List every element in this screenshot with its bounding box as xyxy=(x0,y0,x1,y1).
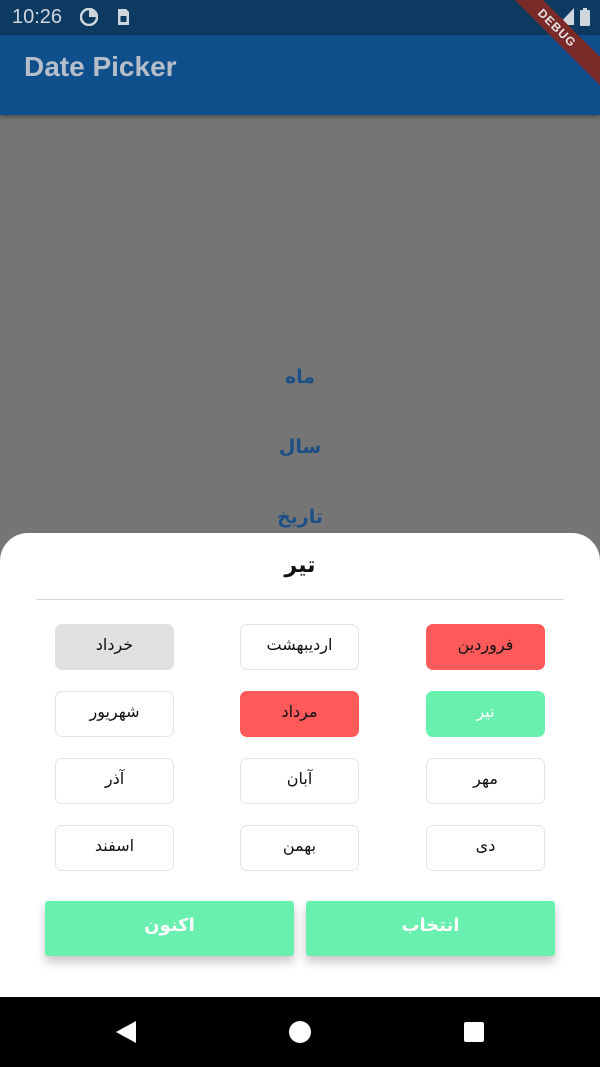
back-nav-icon[interactable] xyxy=(114,1020,138,1044)
date-link[interactable]: تاریخ xyxy=(0,506,600,528)
app-title: Date Picker xyxy=(24,51,177,82)
month-dey[interactable]: دی xyxy=(426,825,545,871)
home-nav-icon[interactable] xyxy=(288,1020,312,1044)
year-link[interactable]: سال xyxy=(0,436,600,458)
select-button[interactable]: انتخاب xyxy=(306,901,555,956)
month-mehr[interactable]: مهر xyxy=(426,758,545,804)
month-bahman[interactable]: بهمن xyxy=(240,825,359,871)
selected-month-title: تیر xyxy=(284,553,316,578)
status-bar: 10:26 xyxy=(0,0,600,35)
month-azar[interactable]: آذر xyxy=(55,758,174,804)
divider xyxy=(36,599,564,600)
month-farvardin[interactable]: فروردین xyxy=(426,624,545,670)
month-aban[interactable]: آبان xyxy=(240,758,359,804)
status-time: 10:26 xyxy=(12,6,63,28)
month-ordibehesht[interactable]: اردیبهشت xyxy=(240,624,359,670)
now-button[interactable]: اکنون xyxy=(45,901,294,956)
month-picker-sheet: تیر خرداد اردیبهشت فروردین شهریور مرداد … xyxy=(0,533,600,997)
month-mordad[interactable]: مرداد xyxy=(240,691,359,737)
navigation-bar xyxy=(0,997,600,1067)
month-link[interactable]: ماه xyxy=(0,366,600,388)
month-shahrivar[interactable]: شهریور xyxy=(55,691,174,737)
month-tir[interactable]: تیر xyxy=(426,691,545,737)
month-esfand[interactable]: اسفند xyxy=(55,825,174,871)
data-saver-icon xyxy=(80,8,98,26)
battery-icon xyxy=(580,8,590,26)
recents-nav-icon[interactable] xyxy=(463,1021,485,1043)
sim-card-icon xyxy=(118,9,129,25)
app-bar: Date Picker xyxy=(0,35,600,115)
month-khordad[interactable]: خرداد xyxy=(55,624,174,670)
